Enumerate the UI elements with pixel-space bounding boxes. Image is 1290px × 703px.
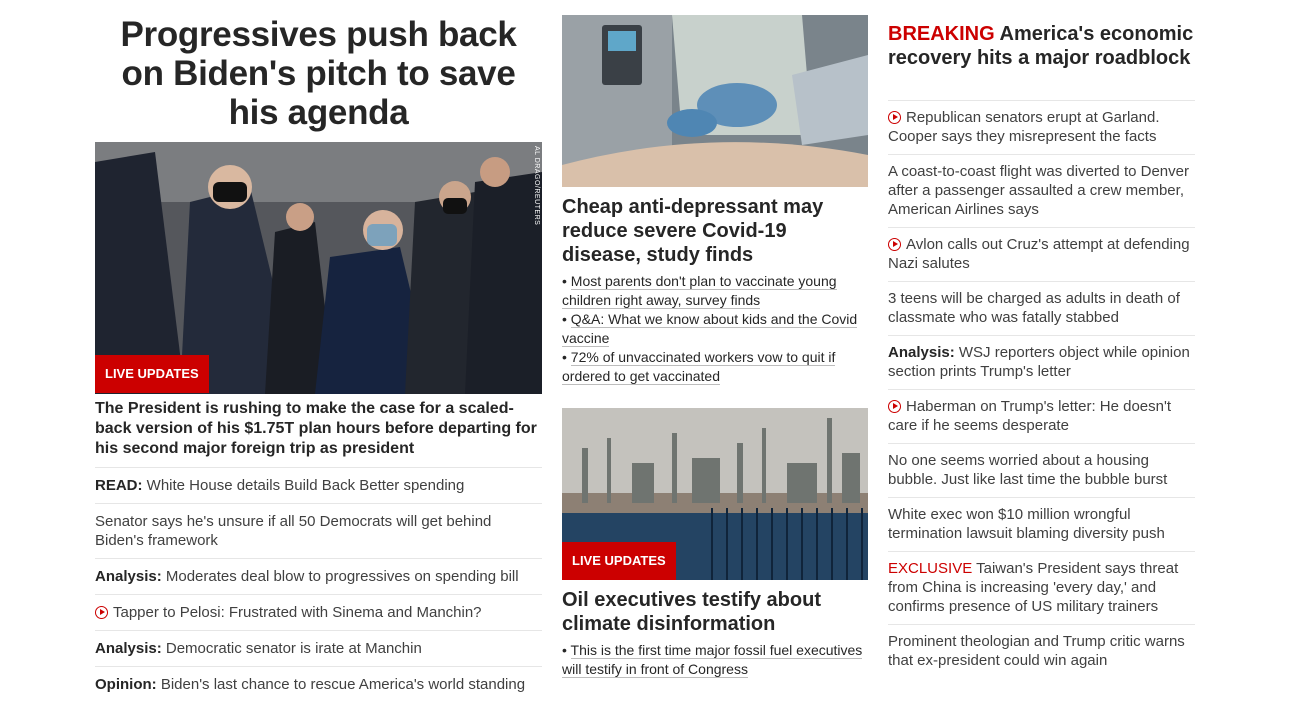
lead-summary[interactable]: The President is rushing to make the cas… bbox=[95, 399, 542, 459]
lead-headline: Progressives push back on Biden's pitch … bbox=[120, 15, 517, 132]
link-text[interactable]: Prominent theologian and Trump critic wa… bbox=[888, 633, 1185, 669]
live-updates-badge: LIVE UPDATES bbox=[562, 542, 676, 580]
lead-image[interactable]: AL DRAGO/REUTERS LIVE UPDATES bbox=[95, 142, 542, 394]
list-item[interactable]: No one seems worried about a housing bub… bbox=[888, 443, 1195, 497]
link-text[interactable]: This is the first time major fossil fuel… bbox=[562, 642, 863, 678]
list-item[interactable]: • Q&A: What we know about kids and the C… bbox=[562, 310, 868, 348]
link-text[interactable]: 3 teens will be charged as adults in dea… bbox=[888, 290, 1180, 326]
play-icon bbox=[888, 400, 901, 413]
list-item[interactable]: READ: White House details Build Back Bet… bbox=[95, 467, 542, 503]
lead-column: Progressives push back on Biden's pitch … bbox=[95, 0, 542, 693]
list-item[interactable]: Avlon calls out Cruz's attempt at defend… bbox=[888, 227, 1195, 281]
list-item[interactable]: White exec won $10 million wrongful term… bbox=[888, 497, 1195, 551]
exclusive-label: EXCLUSIVE bbox=[888, 560, 973, 577]
play-icon bbox=[95, 606, 108, 619]
live-updates-badge: LIVE UPDATES bbox=[95, 355, 209, 393]
link-text[interactable]: A coast-to-coast flight was diverted to … bbox=[888, 163, 1189, 218]
list-item[interactable]: Republican senators erupt at Garland. Co… bbox=[888, 100, 1195, 154]
link-text[interactable]: Q&A: What we know about kids and the Cov… bbox=[562, 311, 858, 347]
photo-credit: AL DRAGO/REUTERS bbox=[533, 146, 540, 226]
link-text[interactable]: Biden's last chance to rescue America's … bbox=[161, 676, 525, 693]
link-text[interactable]: White exec won $10 million wrongful term… bbox=[888, 506, 1165, 542]
headline-list: Republican senators erupt at Garland. Co… bbox=[888, 100, 1195, 678]
list-item[interactable]: 3 teens will be charged as adults in dea… bbox=[888, 281, 1195, 335]
link-prefix: Analysis: bbox=[95, 568, 162, 585]
list-item[interactable]: Opinion: Biden's last chance to rescue A… bbox=[95, 666, 542, 702]
list-item[interactable]: Senator says he's unsure if all 50 Democ… bbox=[95, 503, 542, 558]
list-item[interactable]: Tapper to Pelosi: Frustrated with Sinema… bbox=[95, 594, 542, 630]
link-text[interactable]: Senator says he's unsure if all 50 Democ… bbox=[95, 513, 491, 549]
list-item[interactable]: A coast-to-coast flight was diverted to … bbox=[888, 154, 1195, 227]
link-text[interactable]: Avlon calls out Cruz's attempt at defend… bbox=[888, 236, 1190, 272]
list-item[interactable]: Haberman on Trump's letter: He doesn't c… bbox=[888, 389, 1195, 443]
link-text[interactable]: Most parents don't plan to vaccinate you… bbox=[562, 273, 837, 309]
link-text[interactable]: Democratic senator is irate at Manchin bbox=[166, 640, 422, 657]
list-item[interactable]: • This is the first time major fossil fu… bbox=[562, 641, 868, 679]
lead-headline-link[interactable]: Progressives push back on Biden's pitch … bbox=[95, 15, 542, 132]
link-prefix: READ: bbox=[95, 477, 143, 494]
link-text[interactable]: Republican senators erupt at Garland. Co… bbox=[888, 109, 1159, 145]
oil-related-list: • This is the first time major fossil fu… bbox=[562, 641, 868, 679]
covid-story-headline[interactable]: Cheap anti-depressant may reduce severe … bbox=[562, 195, 868, 267]
link-prefix: Analysis: bbox=[888, 344, 955, 361]
play-icon bbox=[888, 111, 901, 124]
link-text[interactable]: Moderates deal blow to progressives on s… bbox=[166, 568, 519, 585]
link-text[interactable]: Haberman on Trump's letter: He doesn't c… bbox=[888, 398, 1171, 434]
list-item[interactable]: Analysis: WSJ reporters object while opi… bbox=[888, 335, 1195, 389]
play-icon bbox=[888, 238, 901, 251]
link-text[interactable]: White House details Build Back Better sp… bbox=[147, 477, 465, 494]
list-item[interactable]: • Most parents don't plan to vaccinate y… bbox=[562, 272, 868, 310]
link-prefix: Opinion: bbox=[95, 676, 157, 693]
list-item[interactable]: Analysis: Moderates deal blow to progres… bbox=[95, 558, 542, 594]
list-item[interactable]: EXCLUSIVE Taiwan's President says threat… bbox=[888, 551, 1195, 624]
link-text[interactable]: Tapper to Pelosi: Frustrated with Sinema… bbox=[113, 604, 482, 621]
hospital-photo bbox=[562, 15, 868, 187]
breaking-label: BREAKING bbox=[888, 23, 995, 45]
list-item[interactable]: • 72% of unvaccinated workers vow to qui… bbox=[562, 348, 868, 386]
covid-story-image[interactable] bbox=[562, 15, 868, 187]
link-text[interactable]: 72% of unvaccinated workers vow to quit … bbox=[562, 349, 836, 385]
list-item[interactable]: Prominent theologian and Trump critic wa… bbox=[888, 624, 1195, 678]
link-prefix: Analysis: bbox=[95, 640, 162, 657]
oil-story-headline[interactable]: Oil executives testify about climate dis… bbox=[562, 588, 868, 636]
link-text[interactable]: No one seems worried about a housing bub… bbox=[888, 452, 1167, 488]
list-item[interactable]: Analysis: Democratic senator is irate at… bbox=[95, 630, 542, 666]
lead-related-list: READ: White House details Build Back Bet… bbox=[95, 467, 542, 702]
oil-story-image[interactable]: LIVE UPDATES bbox=[562, 408, 868, 580]
covid-related-list: • Most parents don't plan to vaccinate y… bbox=[562, 272, 868, 386]
breaking-headline[interactable]: BREAKING America's economic recovery hit… bbox=[888, 22, 1195, 70]
